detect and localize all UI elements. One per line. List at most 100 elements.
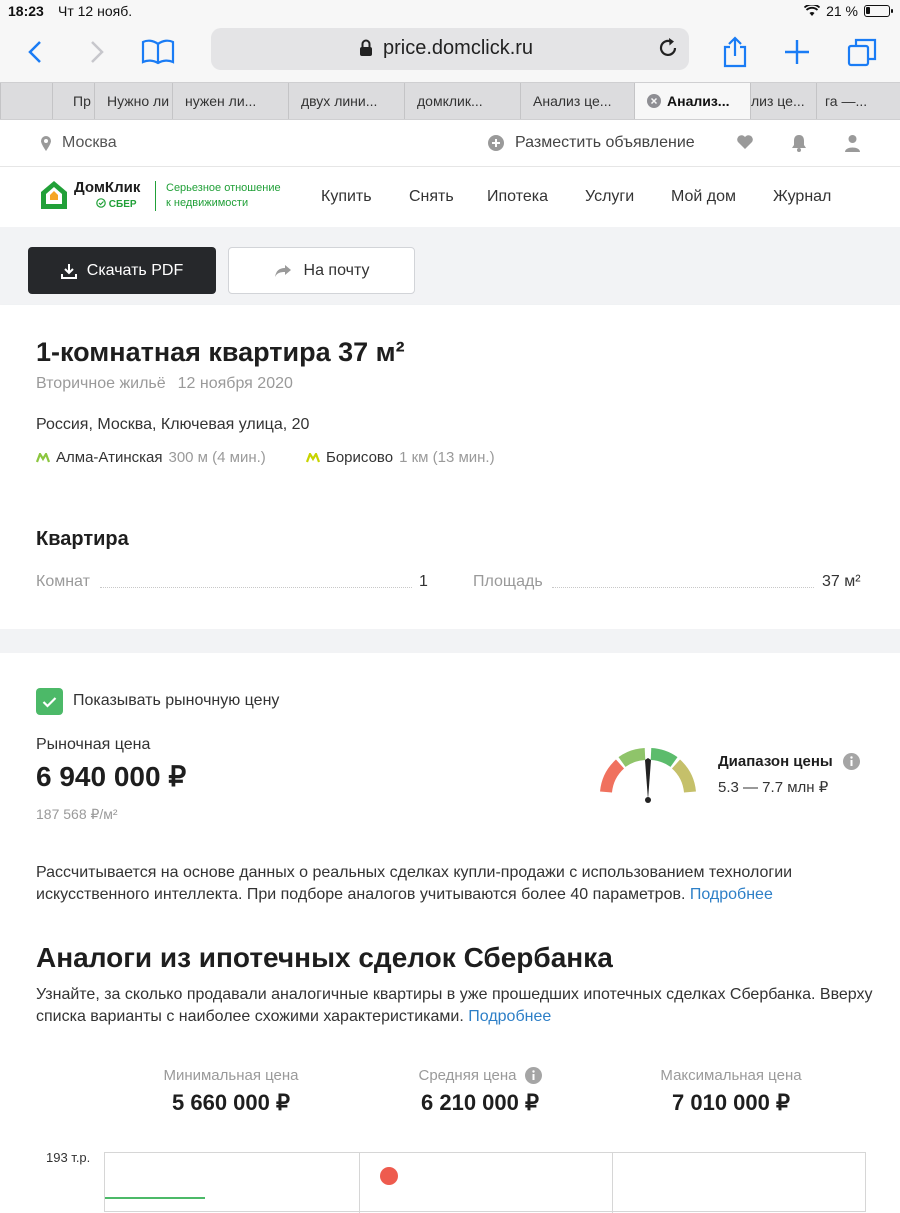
share-icon bbox=[723, 36, 747, 68]
nav-journal[interactable]: Журнал bbox=[773, 188, 831, 206]
market-description: Рассчитывается на основе данных о реальн… bbox=[36, 864, 793, 903]
price-per-m2: 187 568 ₽/м² bbox=[36, 806, 118, 822]
tab-5[interactable]: домклик... bbox=[404, 83, 520, 119]
tab-9[interactable]: га —... bbox=[816, 83, 900, 119]
max-price-value: 7 010 000 ₽ bbox=[672, 1090, 790, 1115]
analogs-chart bbox=[104, 1152, 866, 1213]
listing-date: 12 ноября 2020 bbox=[177, 375, 293, 392]
main-nav: ДомКлик СБЕР Серьезное отношение к недви… bbox=[0, 167, 900, 227]
site-top-bar: Москва Разместить объявление bbox=[0, 121, 900, 167]
post-ad-link[interactable]: Разместить объявление bbox=[487, 134, 695, 152]
logo-name: ДомКлик bbox=[74, 179, 141, 196]
tab-3[interactable]: нужен ли... bbox=[172, 83, 288, 119]
metro-icon bbox=[306, 452, 320, 462]
sber-check-icon bbox=[96, 198, 106, 208]
tab-active[interactable]: Анализ... bbox=[634, 83, 750, 119]
close-tab-icon[interactable] bbox=[647, 94, 661, 108]
listing-type: Вторичное жильё bbox=[36, 375, 166, 392]
plus-icon bbox=[785, 40, 809, 64]
tab-1[interactable]: Пр bbox=[52, 83, 94, 119]
checkmark-icon bbox=[42, 696, 57, 708]
tabs-overview-button[interactable] bbox=[842, 32, 882, 72]
market-price-value: 6 940 000 ₽ bbox=[36, 761, 187, 792]
reload-icon[interactable] bbox=[657, 37, 679, 59]
url-text: price.domclick.ru bbox=[383, 37, 534, 59]
share-button[interactable] bbox=[715, 32, 755, 72]
listing-meta: Вторичное жильё 12 ноября 2020 bbox=[36, 375, 293, 393]
listing-address: Россия, Москва, Ключевая улица, 20 bbox=[36, 416, 310, 433]
tab-4[interactable]: двух лини... bbox=[288, 83, 404, 119]
chart-divider bbox=[359, 1153, 360, 1213]
area-leader bbox=[552, 587, 814, 588]
tab-blank[interactable] bbox=[0, 83, 52, 119]
forward-button[interactable] bbox=[77, 32, 117, 72]
action-band: Скачать PDF На почту bbox=[0, 227, 900, 305]
user-icon[interactable] bbox=[845, 134, 860, 152]
chevron-right-icon bbox=[91, 41, 104, 63]
show-market-price-checkbox[interactable] bbox=[36, 688, 63, 715]
min-price-stat: Минимальная цена 5 660 000 ₽ bbox=[121, 1067, 341, 1116]
price-range-value: 5.3 — 7.7 млн ₽ bbox=[718, 779, 829, 796]
wifi-icon bbox=[804, 5, 821, 16]
logo-sub: СБЕР bbox=[96, 198, 140, 210]
download-icon bbox=[60, 263, 77, 279]
info-icon[interactable] bbox=[842, 753, 860, 770]
city-selector[interactable]: Москва bbox=[40, 134, 117, 152]
status-time: 18:23 bbox=[8, 3, 44, 19]
status-date: Чт 12 нояб. bbox=[58, 3, 133, 19]
new-tab-button[interactable] bbox=[777, 32, 817, 72]
chart-y-label: 193 т.р. bbox=[46, 1150, 91, 1165]
nav-my-home[interactable]: Мой дом bbox=[671, 188, 736, 206]
tabs-icon bbox=[847, 38, 877, 67]
show-market-price-label[interactable]: Показывать рыночную цену bbox=[73, 692, 279, 710]
post-ad-label: Разместить объявление bbox=[515, 134, 695, 151]
plus-circle-icon bbox=[488, 135, 504, 151]
section-gap bbox=[0, 629, 900, 653]
tab-2[interactable]: Нужно ли bbox=[94, 83, 172, 119]
rooms-label: Комнат bbox=[36, 573, 90, 590]
chart-line bbox=[105, 1197, 205, 1199]
apartment-heading: Квартира bbox=[36, 528, 129, 550]
analogs-heading: Аналоги из ипотечных сделок Сбербанка bbox=[36, 942, 613, 973]
tab-strip: Пр Нужно ли нужен ли... двух лини... дом… bbox=[0, 82, 900, 120]
min-price-value: 5 660 000 ₽ bbox=[172, 1090, 290, 1115]
send-email-button[interactable]: На почту bbox=[228, 247, 415, 294]
status-right: 21 % bbox=[804, 3, 893, 19]
info-icon[interactable] bbox=[524, 1067, 542, 1084]
city-label: Москва bbox=[62, 134, 117, 151]
metro-station-2: Борисово 1 км (13 мин.) bbox=[306, 449, 495, 466]
nav-mortgage[interactable]: Ипотека bbox=[487, 188, 548, 206]
tab-6[interactable]: Анализ це... bbox=[520, 83, 634, 119]
lock-icon bbox=[360, 39, 372, 56]
address-bar[interactable]: price.domclick.ru bbox=[211, 28, 689, 70]
area-label: Площадь bbox=[473, 573, 543, 590]
analogs-more-link[interactable]: Подробнее bbox=[468, 1008, 551, 1025]
metro-station-1: Алма-Атинская 300 м (4 мин.) bbox=[36, 449, 266, 466]
download-pdf-button[interactable]: Скачать PDF bbox=[28, 247, 216, 294]
book-icon bbox=[141, 39, 175, 65]
max-price-stat: Максимальная цена 7 010 000 ₽ bbox=[621, 1067, 841, 1116]
market-price-label: Рыночная цена bbox=[36, 736, 151, 753]
nav-buy[interactable]: Купить bbox=[321, 188, 372, 206]
more-link[interactable]: Подробнее bbox=[690, 886, 773, 903]
nav-services[interactable]: Услуги bbox=[585, 188, 634, 206]
chevron-left-icon bbox=[28, 41, 41, 63]
logo[interactable]: ДомКлик СБЕР bbox=[40, 179, 140, 210]
bookmarks-button[interactable] bbox=[138, 32, 178, 72]
chart-point[interactable] bbox=[380, 1167, 398, 1185]
bell-icon[interactable] bbox=[791, 134, 807, 152]
area-value: 37 м² bbox=[822, 573, 861, 590]
status-bar: 18:23 Чт 12 нояб. 21 % bbox=[0, 0, 900, 24]
domclick-logo-icon bbox=[41, 180, 67, 209]
heart-icon[interactable] bbox=[736, 134, 754, 150]
price-range-title: Диапазон цены bbox=[718, 753, 860, 770]
avg-price-stat: Средняя цена 6 210 000 ₽ bbox=[370, 1067, 590, 1116]
avg-price-value: 6 210 000 ₽ bbox=[421, 1090, 539, 1115]
back-button[interactable] bbox=[15, 32, 55, 72]
metro-icon bbox=[36, 452, 50, 462]
logo-slogan: Серьезное отношение к недвижимости bbox=[155, 181, 295, 211]
forward-arrow-icon bbox=[274, 264, 291, 277]
tab-8[interactable]: лиз це... bbox=[750, 83, 816, 119]
price-gauge bbox=[600, 748, 696, 803]
nav-rent[interactable]: Снять bbox=[409, 188, 454, 206]
